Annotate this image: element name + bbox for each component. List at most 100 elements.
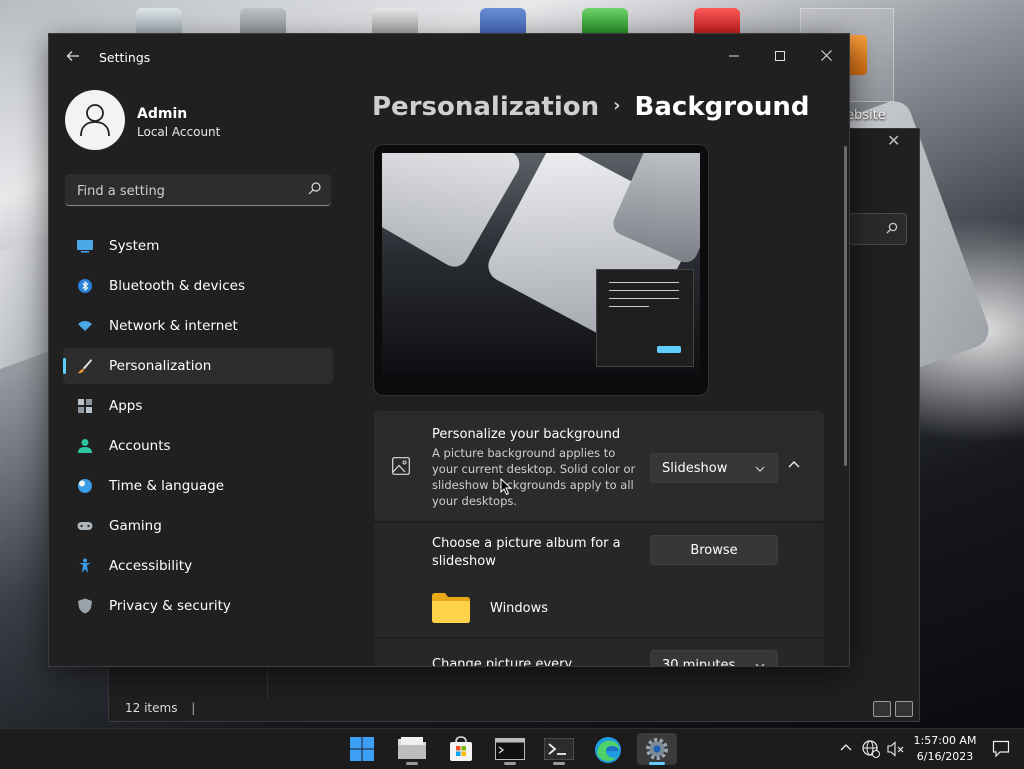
card-title: Change picture every (432, 657, 573, 667)
minimize-button[interactable] (711, 40, 757, 72)
taskbar: 1:57:00 AM 6/16/2023 (0, 728, 1024, 769)
card-description: A picture background applies to your cur… (432, 446, 636, 508)
breadcrumb: Personalization › Background (372, 92, 810, 122)
maximize-icon (775, 51, 785, 61)
mouse-cursor-icon (500, 478, 512, 496)
taskbar-command-prompt[interactable] (490, 733, 530, 765)
search-box[interactable] (849, 213, 907, 245)
shield-icon (78, 598, 92, 614)
terminal-icon (544, 738, 574, 760)
accessibility-icon (79, 558, 91, 573)
sidebar-item-network-internet[interactable]: Network & internet (63, 308, 333, 344)
wifi-icon (78, 321, 92, 331)
search-box[interactable] (65, 174, 331, 206)
folder-name: Windows (490, 601, 549, 616)
sidebar-item-label: Time & language (109, 478, 225, 494)
search-icon (886, 222, 898, 234)
desktop-icon-label: ebsite (846, 108, 886, 123)
sidebar-item-system[interactable]: System (63, 228, 333, 264)
dropdown-value: Slideshow (662, 461, 728, 476)
large-icons-view-button[interactable] (895, 701, 913, 717)
taskbar-edge[interactable] (588, 733, 628, 765)
taskbar-file-explorer[interactable] (392, 733, 432, 765)
avatar[interactable] (65, 90, 125, 150)
scrollbar[interactable] (844, 146, 847, 466)
search-icon[interactable] (308, 182, 321, 195)
sidebar-item-personalization[interactable]: Personalization (63, 348, 333, 384)
system-clock[interactable]: 1:57:00 AM 6/16/2023 (912, 733, 978, 765)
title-bar: Settings (49, 34, 849, 82)
close-icon (820, 50, 832, 61)
clock-date: 6/16/2023 (916, 750, 974, 763)
window-title: Settings (99, 50, 151, 65)
sidebar-item-privacy-security[interactable]: Privacy & security (63, 588, 333, 624)
sidebar-item-label: Accounts (109, 438, 171, 454)
details-view-button[interactable] (873, 701, 891, 717)
start-button[interactable] (342, 733, 382, 765)
monitor-icon (77, 240, 93, 253)
maximize-button[interactable] (757, 40, 803, 72)
globe-clock-icon (78, 479, 92, 493)
volume-muted-icon[interactable] (887, 740, 905, 758)
person-icon (80, 104, 110, 137)
interval-dropdown[interactable]: 30 minutes (650, 650, 778, 667)
settings-window[interactable]: Settings Admin Local Account Find a sett… (48, 33, 850, 667)
sidebar-item-label: Accessibility (109, 558, 193, 574)
network-globe-icon[interactable] (862, 740, 880, 758)
notifications-icon[interactable] (992, 740, 1010, 758)
settings-icon (646, 738, 668, 760)
taskbar-store[interactable] (441, 733, 481, 765)
taskbar-terminal[interactable] (539, 733, 579, 765)
user-name: Admin (137, 106, 188, 122)
sidebar-item-label: System (109, 238, 160, 254)
sidebar-item-gaming[interactable]: Gaming (63, 508, 333, 544)
command-prompt-icon (495, 738, 525, 760)
sidebar-item-accessibility[interactable]: Accessibility (63, 548, 333, 584)
chevron-down-icon (755, 663, 765, 666)
sidebar-item-label: Network & internet (109, 318, 238, 334)
gamepad-icon (77, 522, 93, 530)
preview-window (596, 269, 694, 367)
search-input[interactable] (75, 180, 299, 202)
sidebar-item-bluetooth-devices[interactable]: Bluetooth & devices (63, 268, 333, 304)
sidebar-nav: System Bluetooth & devices Network & int… (63, 228, 333, 628)
card-title: Choose a picture album for a slideshow (432, 536, 621, 569)
chevron-down-icon (755, 466, 765, 472)
page-title: Background (634, 92, 810, 122)
apps-icon (78, 399, 92, 413)
image-icon (392, 457, 410, 475)
sidebar-item-label: Gaming (109, 518, 162, 534)
chevron-up-icon[interactable] (840, 742, 852, 754)
breadcrumb-separator: › (613, 95, 621, 116)
close-icon[interactable]: ✕ (887, 131, 900, 150)
folder-icon (432, 593, 470, 623)
sidebar-item-label: Apps (109, 398, 143, 414)
edge-icon (595, 737, 621, 763)
sidebar-item-time-language[interactable]: Time & language (63, 468, 333, 504)
preview-image (382, 153, 700, 375)
dropdown-value: 30 minutes (662, 658, 736, 667)
store-icon (450, 736, 472, 761)
status-bar-item-count: 12 items | (125, 701, 196, 715)
back-arrow-icon (66, 51, 79, 61)
bluetooth-icon (78, 279, 92, 293)
clock-time: 1:57:00 AM (913, 734, 977, 747)
taskbar-settings[interactable] (637, 733, 677, 765)
back-button[interactable] (63, 48, 83, 68)
file-explorer-icon (398, 737, 426, 759)
chevron-up-icon[interactable] (788, 459, 800, 471)
sidebar-item-label: Privacy & security (109, 598, 231, 614)
browse-button[interactable]: Browse (650, 535, 778, 565)
minimize-icon (729, 55, 739, 57)
desktop-preview (373, 144, 709, 396)
sidebar-item-accounts[interactable]: Accounts (63, 428, 333, 464)
card-title: Personalize your background (432, 427, 621, 442)
change-picture-interval-card: Change picture every 30 minutes (374, 637, 824, 667)
breadcrumb-parent[interactable]: Personalization (372, 92, 599, 122)
sidebar-item-label: Bluetooth & devices (109, 278, 246, 294)
background-type-dropdown[interactable]: Slideshow (650, 453, 778, 483)
person-icon (78, 439, 92, 453)
sidebar-item-apps[interactable]: Apps (63, 388, 333, 424)
brush-icon (78, 359, 92, 374)
close-button[interactable] (803, 40, 849, 72)
